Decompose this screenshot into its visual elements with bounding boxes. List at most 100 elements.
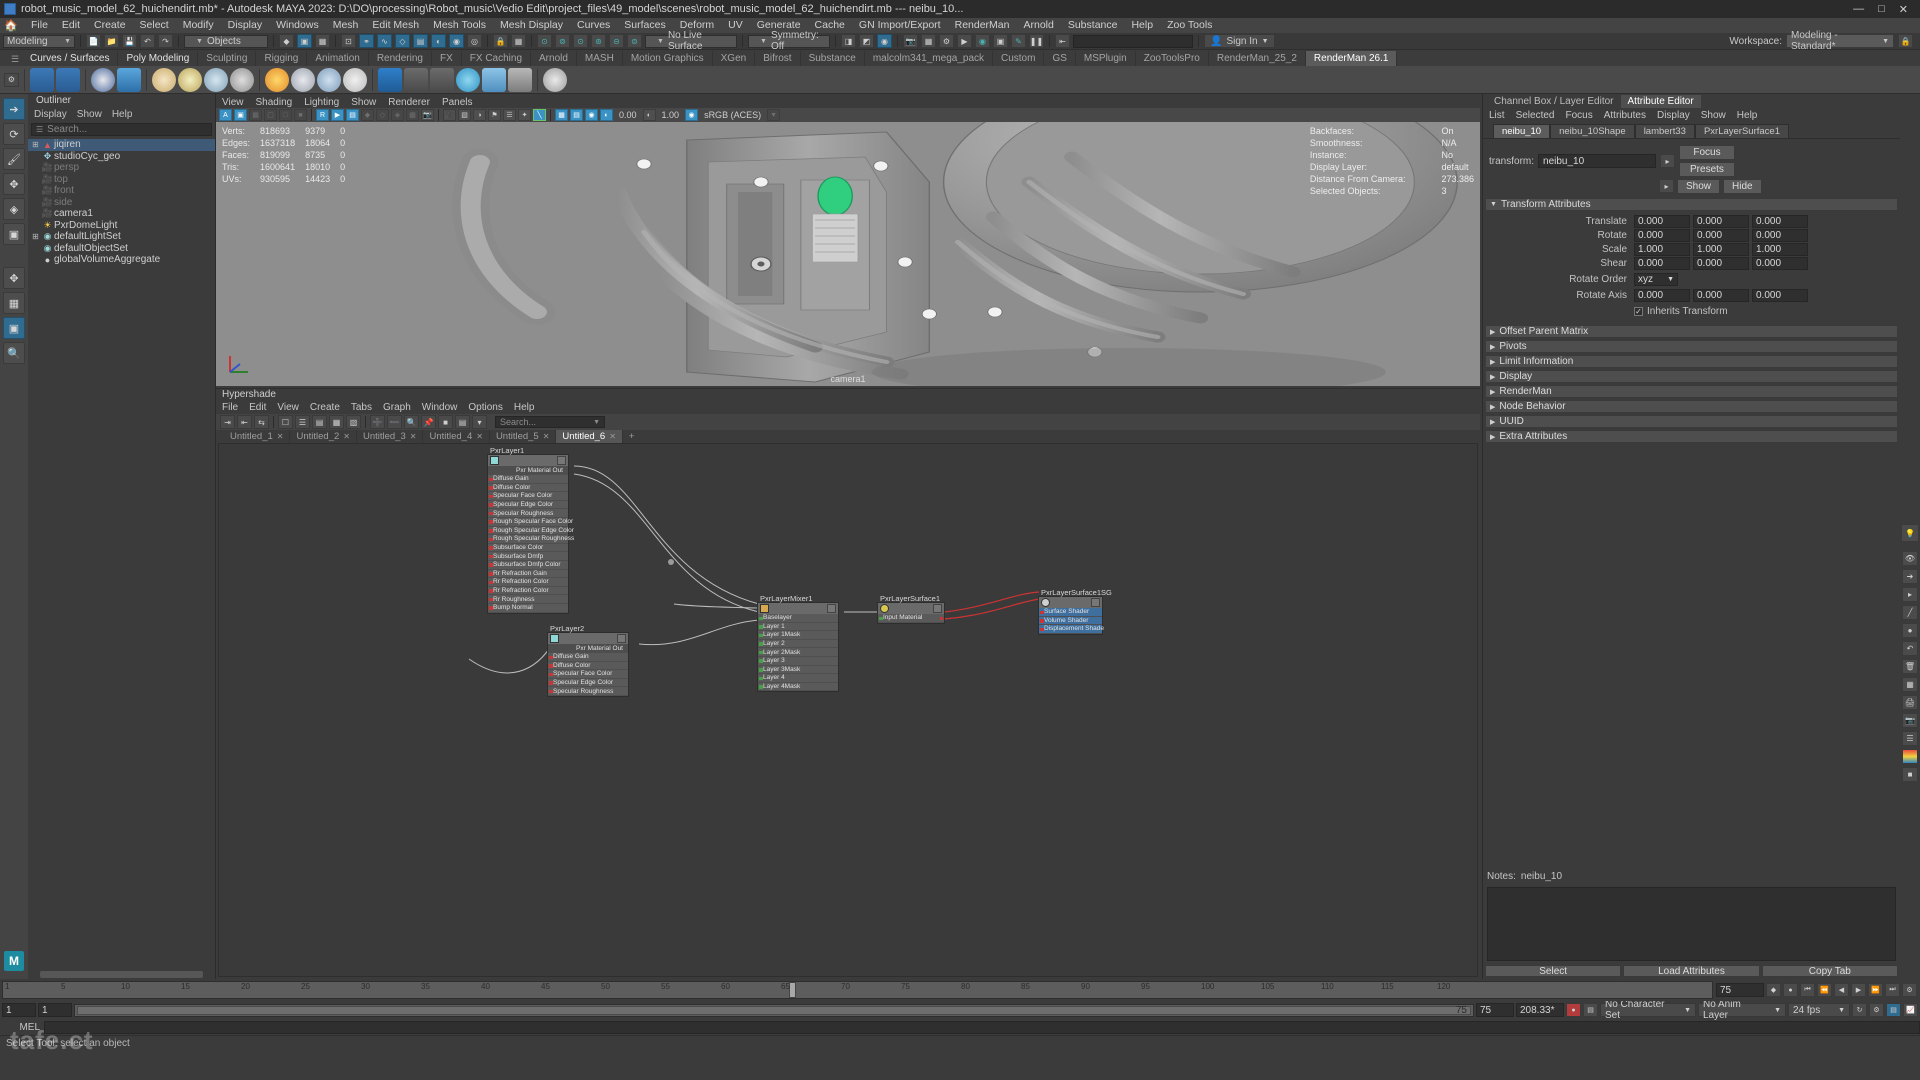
texture-toggle-icon[interactable]: ▧ bbox=[458, 109, 471, 121]
current-frame-field[interactable]: 75 bbox=[1716, 983, 1764, 997]
lasso-select-tool-icon[interactable]: ⟳ bbox=[3, 123, 25, 145]
input-field-icon[interactable]: ⇤ bbox=[1055, 34, 1070, 48]
shelf-tab-custom[interactable]: Custom bbox=[993, 51, 1045, 66]
snap-view-plane-icon[interactable]: ⊝ bbox=[609, 34, 624, 48]
renderman-r-icon[interactable] bbox=[30, 67, 54, 92]
menu-item-windows[interactable]: Windows bbox=[269, 18, 326, 33]
viewport-menu-shading[interactable]: Shading bbox=[256, 97, 293, 108]
step-forward-icon[interactable]: ⏩ bbox=[1868, 983, 1883, 997]
undo-icon[interactable]: ↶ bbox=[140, 34, 155, 48]
hypershade-graph-canvas[interactable]: PxrLayer1 Pxr Material Out Diffuse Gain … bbox=[218, 443, 1478, 977]
snap-curve-icon[interactable]: ⊚ bbox=[555, 34, 570, 48]
outliner-menu-show[interactable]: Show bbox=[77, 109, 102, 120]
section-node-behavior[interactable]: ▶ Node Behavior bbox=[1485, 400, 1898, 413]
menu-item-substance[interactable]: Substance bbox=[1061, 18, 1125, 33]
animation-preferences-icon[interactable]: ⚙ bbox=[1902, 983, 1917, 997]
inherits-transform-checkbox[interactable]: ✓ bbox=[1634, 307, 1643, 316]
menu-item-surfaces[interactable]: Surfaces bbox=[617, 18, 672, 33]
ipr-render-icon[interactable]: ➔ bbox=[1902, 569, 1918, 584]
renderman-code-icon[interactable] bbox=[404, 67, 428, 92]
shelf-tab-zootoolspro[interactable]: ZooToolsPro bbox=[1136, 51, 1209, 66]
layout-hypershade-icon[interactable]: 🔍 bbox=[3, 342, 25, 364]
pxr-sphere-light-icon[interactable] bbox=[317, 67, 341, 92]
colorspace-icon[interactable]: ◉ bbox=[685, 109, 699, 121]
live-surface-dropdown[interactable]: ▼ No Live Surface bbox=[645, 30, 737, 52]
xray-joints-icon[interactable]: ◇ bbox=[376, 109, 389, 121]
pxr-surface-icon[interactable] bbox=[152, 67, 176, 92]
timeline-settings-icon[interactable]: ▤ bbox=[1886, 1003, 1901, 1017]
outliner-item-defaultlightset[interactable]: ⊞ ◉ defaultLightSet bbox=[28, 231, 215, 243]
snapshot-icon[interactable]: ▤ bbox=[346, 109, 359, 121]
shelf-tab-curves-surfaces[interactable]: Curves / Surfaces bbox=[22, 51, 119, 66]
pause-icon[interactable]: ❚❚ bbox=[1029, 34, 1044, 48]
hypershade-tab-untitled-5[interactable]: Untitled_5 ✕ bbox=[490, 430, 557, 443]
menu-item-renderman[interactable]: RenderMan bbox=[948, 18, 1017, 33]
shelf-tab-mash[interactable]: MASH bbox=[577, 51, 623, 66]
rotate-order-dropdown[interactable]: xyz ▼ bbox=[1634, 273, 1678, 286]
hypershade-menu-window[interactable]: Window bbox=[422, 402, 458, 413]
outliner-horizontal-scrollbar[interactable] bbox=[28, 969, 215, 979]
show-attribute-editor-icon[interactable]: ◉ bbox=[877, 34, 892, 48]
shelf-tab-animation[interactable]: Animation bbox=[307, 51, 369, 66]
layout-freeform-icon[interactable]: ▧ bbox=[346, 415, 361, 429]
rotate-tool-icon[interactable]: ◈ bbox=[3, 198, 25, 220]
command-language-label[interactable]: MEL bbox=[0, 1022, 40, 1033]
symmetry-dropdown[interactable]: ▼ Symmetry: Off bbox=[748, 30, 830, 52]
renderman-denoise-icon[interactable] bbox=[91, 67, 115, 92]
gamma-value[interactable]: 1.00 bbox=[658, 110, 684, 120]
outliner-item-camera1[interactable]: 🎥 camera1 bbox=[28, 208, 215, 220]
transform-pick-icon[interactable]: ▸ bbox=[1659, 179, 1674, 193]
add-node-icon[interactable]: ➕ bbox=[370, 415, 385, 429]
renderman-displace-icon[interactable] bbox=[508, 67, 532, 92]
step-back-icon[interactable]: ⏪ bbox=[1817, 983, 1832, 997]
attr-field-x[interactable]: 1.000 bbox=[1634, 243, 1690, 256]
menu-item-edit[interactable]: Edit bbox=[55, 18, 87, 33]
delete-icon[interactable]: 🗑 bbox=[1902, 659, 1918, 674]
hypershade-tab-untitled-3[interactable]: Untitled_3 ✕ bbox=[357, 430, 424, 443]
animation-layer-icon[interactable]: ▤ bbox=[1583, 1003, 1598, 1017]
render-region-icon[interactable]: ▸ bbox=[1902, 587, 1918, 602]
undo-view-icon[interactable]: ↶ bbox=[1902, 641, 1918, 656]
shelf-grip-icon[interactable]: ☰ bbox=[8, 52, 22, 66]
selection-mask-dropdown[interactable]: ▼ Objects bbox=[184, 34, 268, 48]
anim-start-field[interactable]: 1 bbox=[38, 1003, 72, 1017]
shelf-tab-malcolm341-mega-pack[interactable]: malcolm341_mega_pack bbox=[865, 51, 993, 66]
point-icon[interactable]: ● bbox=[1902, 623, 1918, 638]
attr-field-y[interactable]: 1.000 bbox=[1693, 243, 1749, 256]
time-slider[interactable]: 1 5 10 15 20 25 30 35 40 45 50 55 60 65 … bbox=[2, 981, 1713, 999]
pxr-portal-light-icon[interactable] bbox=[343, 67, 367, 92]
node-pxrlayer1[interactable]: PxrLayer1 Pxr Material Out Diffuse Gain … bbox=[487, 446, 574, 614]
node-menu-icon[interactable] bbox=[933, 604, 942, 613]
snap-project-icon[interactable]: ⊛ bbox=[591, 34, 606, 48]
pxr-dome-light-icon[interactable] bbox=[265, 67, 289, 92]
hypershade-tab-untitled-2[interactable]: Untitled_2 ✕ bbox=[290, 430, 357, 443]
ae-menu-focus[interactable]: Focus bbox=[1565, 110, 1592, 121]
hypershade-menu-edit[interactable]: Edit bbox=[249, 402, 266, 413]
paint-effects-icon[interactable]: ✎ bbox=[1011, 34, 1026, 48]
expand-icon[interactable]: ⊞ bbox=[30, 232, 41, 241]
menu-item-select[interactable]: Select bbox=[133, 18, 176, 33]
attr-field-z[interactable]: 0.000 bbox=[1752, 229, 1808, 242]
node-attribute-icon[interactable]: ▤ bbox=[455, 415, 470, 429]
motion-blur-icon[interactable]: ☰ bbox=[503, 109, 516, 121]
shadows-toggle-icon[interactable]: ◑ bbox=[473, 109, 486, 121]
section-display[interactable]: ▶ Display bbox=[1485, 370, 1898, 383]
viewport-menu-show[interactable]: Show bbox=[351, 97, 376, 108]
scale-tool-icon[interactable]: ▣ bbox=[3, 223, 25, 245]
signin-button[interactable]: 👤 Sign In ▼ bbox=[1204, 34, 1275, 48]
graph-input-icon[interactable]: ⇥ bbox=[220, 415, 235, 429]
hypershade-add-tab-button[interactable]: + bbox=[623, 430, 641, 443]
menuset-dropdown[interactable]: Modeling ▼ bbox=[3, 34, 75, 48]
current-time-marker[interactable] bbox=[789, 982, 797, 998]
fps-dropdown[interactable]: 24 fps ▼ bbox=[1788, 1003, 1850, 1017]
pxr-volume-icon[interactable] bbox=[204, 67, 228, 92]
display-toggle-icon[interactable]: ◉ bbox=[585, 109, 598, 121]
shelf-tab-arnold[interactable]: Arnold bbox=[531, 51, 577, 66]
close-icon[interactable]: ✕ bbox=[410, 432, 417, 441]
focus-button[interactable]: Focus bbox=[1679, 145, 1735, 160]
new-scene-icon[interactable]: 📄 bbox=[86, 34, 101, 48]
render-current-frame-icon[interactable]: 📷 bbox=[903, 34, 918, 48]
shelf-tab-xgen[interactable]: XGen bbox=[713, 51, 756, 66]
graph-editor-icon[interactable]: 📈 bbox=[1903, 1003, 1918, 1017]
go-to-end-icon[interactable]: ⏭ bbox=[1885, 983, 1900, 997]
